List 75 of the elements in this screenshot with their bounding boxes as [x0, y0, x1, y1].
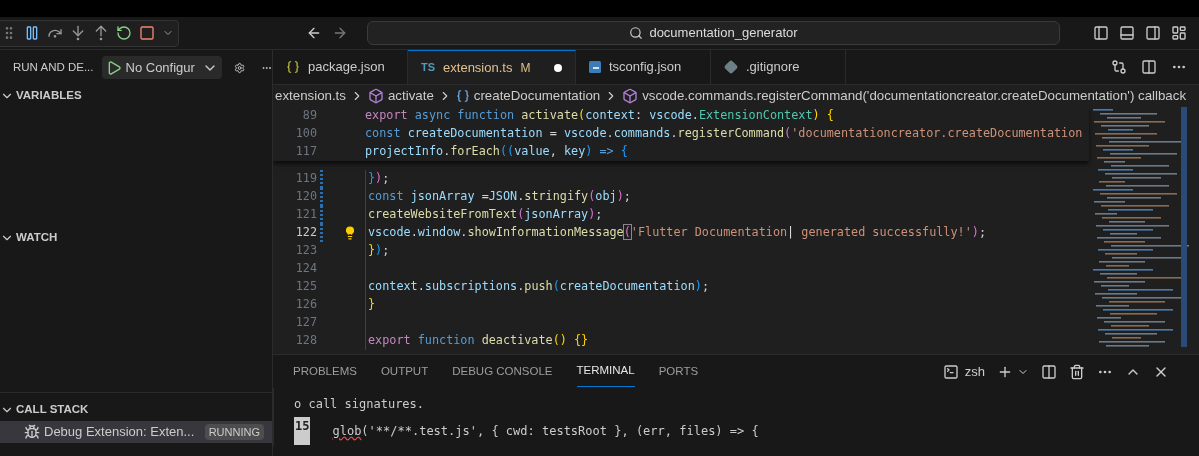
editor-tab[interactable]: .gitignore: [711, 50, 846, 84]
line-number-highlight: 15: [294, 417, 311, 445]
line-number: 120: [294, 188, 317, 206]
diamond-icon: [724, 60, 738, 74]
sidebar-title: RUN AND DE...: [13, 59, 94, 75]
terminal-icon: [942, 363, 959, 380]
line-number: 89: [301, 107, 317, 125]
terminal-line: o call signatures.: [294, 396, 426, 413]
line-number: 122: [294, 224, 317, 242]
line-number: 123: [294, 242, 317, 260]
forward-icon[interactable]: [332, 25, 348, 41]
line-number: 100: [294, 125, 317, 143]
pause-icon[interactable]: [24, 25, 40, 41]
cube-icon: [622, 88, 639, 104]
code-line: export async function activate(context: vscode.ExtensionContext) {: [365, 107, 834, 125]
breadcrumb-item[interactable]: createDocumentation: [473, 86, 601, 106]
search-text: documentation_generator: [649, 24, 798, 43]
section-header[interactable]: WATCH: [0, 227, 272, 249]
editor-tab[interactable]: TS extension.ts M: [408, 50, 576, 84]
line-number: 126: [294, 296, 317, 314]
section-header[interactable]: VARIABLES: [0, 85, 272, 107]
braces-icon: [286, 60, 300, 74]
line-number: 119: [294, 170, 317, 188]
stop-icon[interactable]: [139, 25, 155, 41]
file-icon: [589, 61, 601, 73]
line-number: 128: [294, 332, 317, 350]
breadcrumb-item[interactable]: vscode.commands.registerCommand('documentationcreator.createDocumentation') callback: [642, 86, 1187, 106]
line-number: 125: [294, 278, 317, 296]
split-terminal-icon[interactable]: [1041, 363, 1057, 380]
code-line: projectInfo.forEach((value, key) => {: [365, 143, 628, 161]
restart-icon[interactable]: [116, 25, 132, 41]
editor-tab[interactable]: tsconfig.json: [576, 50, 711, 84]
code-line: context.subscriptions.push(createDocumentation);: [368, 278, 709, 296]
breadcrumb-item[interactable]: activate: [387, 86, 434, 106]
panel-tab[interactable]: OUTPUT: [380, 356, 429, 387]
step-out-icon[interactable]: [93, 25, 109, 41]
code-line: }: [368, 296, 376, 314]
code-line: const jsonArray =JSON.stringify(obj);: [368, 188, 631, 206]
panel-tab[interactable]: TERMINAL: [576, 356, 635, 387]
panel-tab[interactable]: PROBLEMS: [293, 356, 357, 387]
code-line: });: [368, 242, 390, 260]
panel-tab[interactable]: DEBUG CONSOLE: [452, 356, 553, 387]
code-line: vscode.window.showInformationMessage('Flutter Documentation| generated successfully!');: [368, 224, 986, 242]
ts-icon: TS: [421, 59, 436, 76]
panel-bottom-icon[interactable]: [1119, 25, 1135, 41]
call-stack-item[interactable]: Debug Extension: Exten... RUNNING: [0, 421, 272, 443]
line-number: 127: [294, 314, 317, 332]
line-number: 121: [294, 206, 317, 224]
line-number: 117: [294, 143, 317, 161]
back-icon[interactable]: [306, 25, 322, 41]
panel-left-icon[interactable]: [1093, 25, 1109, 41]
step-into-icon[interactable]: [70, 25, 86, 41]
section-header[interactable]: CALL STACK: [0, 399, 272, 421]
terminal-selector[interactable]: zsh: [942, 361, 985, 382]
lightbulb-icon[interactable]: [343, 226, 357, 240]
trash-icon[interactable]: [1069, 363, 1085, 380]
layout-icon[interactable]: [1171, 25, 1187, 41]
cube-icon: [367, 88, 384, 104]
panel-tab[interactable]: PORTS: [658, 356, 699, 387]
breadcrumb-item[interactable]: extension.ts: [275, 86, 346, 106]
panel-right-icon[interactable]: [1145, 25, 1161, 41]
search-field[interactable]: documentation_generator: [367, 21, 1060, 45]
line-number: 124: [294, 260, 317, 278]
code-line: });: [368, 170, 390, 188]
code-line: const createDocumentation = vscode.commands.registerCommand('documentationcreator.createDocumentation: [365, 125, 1083, 143]
status-badge: RUNNING: [204, 423, 264, 441]
search-icon: [629, 26, 644, 40]
code-line: export function deactivate() {}: [368, 332, 589, 350]
compare-icon[interactable]: [1111, 59, 1127, 75]
terminal-line: glob('**/**.test.js', { cwd: testsRoot }, (err, files) => {: [332, 423, 759, 440]
code-line: createWebsiteFromText(jsonArray);: [368, 206, 603, 224]
configuration-dropdown[interactable]: No Configur: [101, 56, 222, 79]
variable-icon: [455, 89, 470, 103]
split-editor-icon[interactable]: [1141, 59, 1157, 75]
bug-icon: [24, 424, 40, 440]
